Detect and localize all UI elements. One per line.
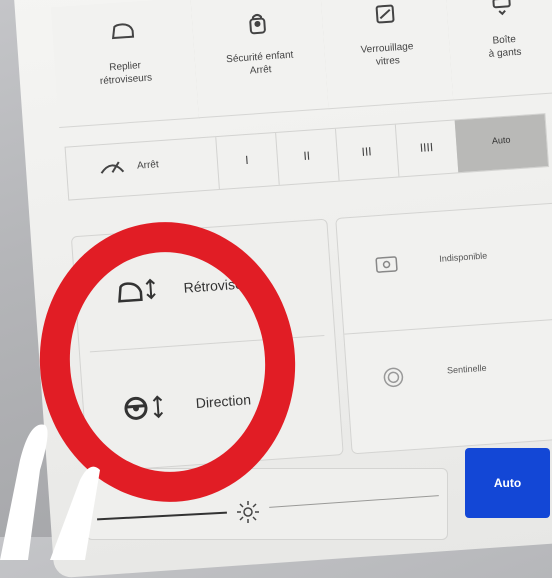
wiper-speed-3-label: III [361, 144, 373, 159]
sentry-label: Sentinelle [446, 362, 487, 376]
glovebox-tile[interactable]: Boîte à gants [444, 0, 552, 101]
wiper-speed-1-label: I [244, 152, 250, 168]
sentry-row[interactable]: Sentinelle [344, 319, 552, 452]
glovebox-label: Boîte à gants [488, 33, 522, 60]
wiper-speed-2-label: II [302, 148, 311, 164]
glovebox-icon [491, 0, 513, 22]
brightness-auto-button[interactable]: Auto [465, 448, 550, 518]
sentry-icon [383, 367, 404, 388]
wiper-auto-button[interactable]: Auto [454, 114, 549, 173]
camera-icon [375, 256, 398, 273]
wiper-speed-4-label: IIII [419, 140, 434, 155]
child-icon [247, 12, 269, 40]
dashcam-row[interactable]: Indisponible [336, 203, 552, 333]
child-lock-tile[interactable]: Sécurité enfant Arrêt [190, 0, 330, 119]
child-lock-label: Sécurité enfant Arrêt [225, 49, 294, 77]
wiper-speed-2[interactable]: II [275, 128, 340, 185]
window-lock-label: Verrouillage vitres [360, 41, 414, 68]
wiper-speed-3[interactable]: III [334, 124, 400, 181]
window-lock-icon [374, 3, 396, 29]
brightness-slider-track[interactable] [269, 495, 439, 508]
wiper-selector: Arrêt I II III IIII Auto [64, 113, 550, 201]
mirror-icon [109, 21, 137, 46]
wiper-off-button[interactable]: Arrêt [65, 137, 220, 200]
status-card: Indisponible Sentinelle [335, 202, 552, 455]
annotation-arrow [0, 424, 100, 560]
wiper-speed-4[interactable]: IIII [394, 120, 460, 177]
fold-mirrors-label: Replier rétroviseurs [99, 60, 153, 88]
fold-mirrors-tile[interactable]: Replier rétroviseurs [50, 0, 200, 129]
wiper-off-label: Arrêt [136, 159, 160, 172]
wiper-speed-1[interactable]: I [215, 132, 280, 190]
wiper-auto-label: Auto [491, 134, 511, 146]
unavailable-label: Indisponible [438, 250, 488, 264]
brightness-icon [237, 501, 259, 523]
window-lock-tile[interactable]: Verrouillage vitres [320, 0, 455, 110]
wiper-icon [100, 161, 125, 174]
